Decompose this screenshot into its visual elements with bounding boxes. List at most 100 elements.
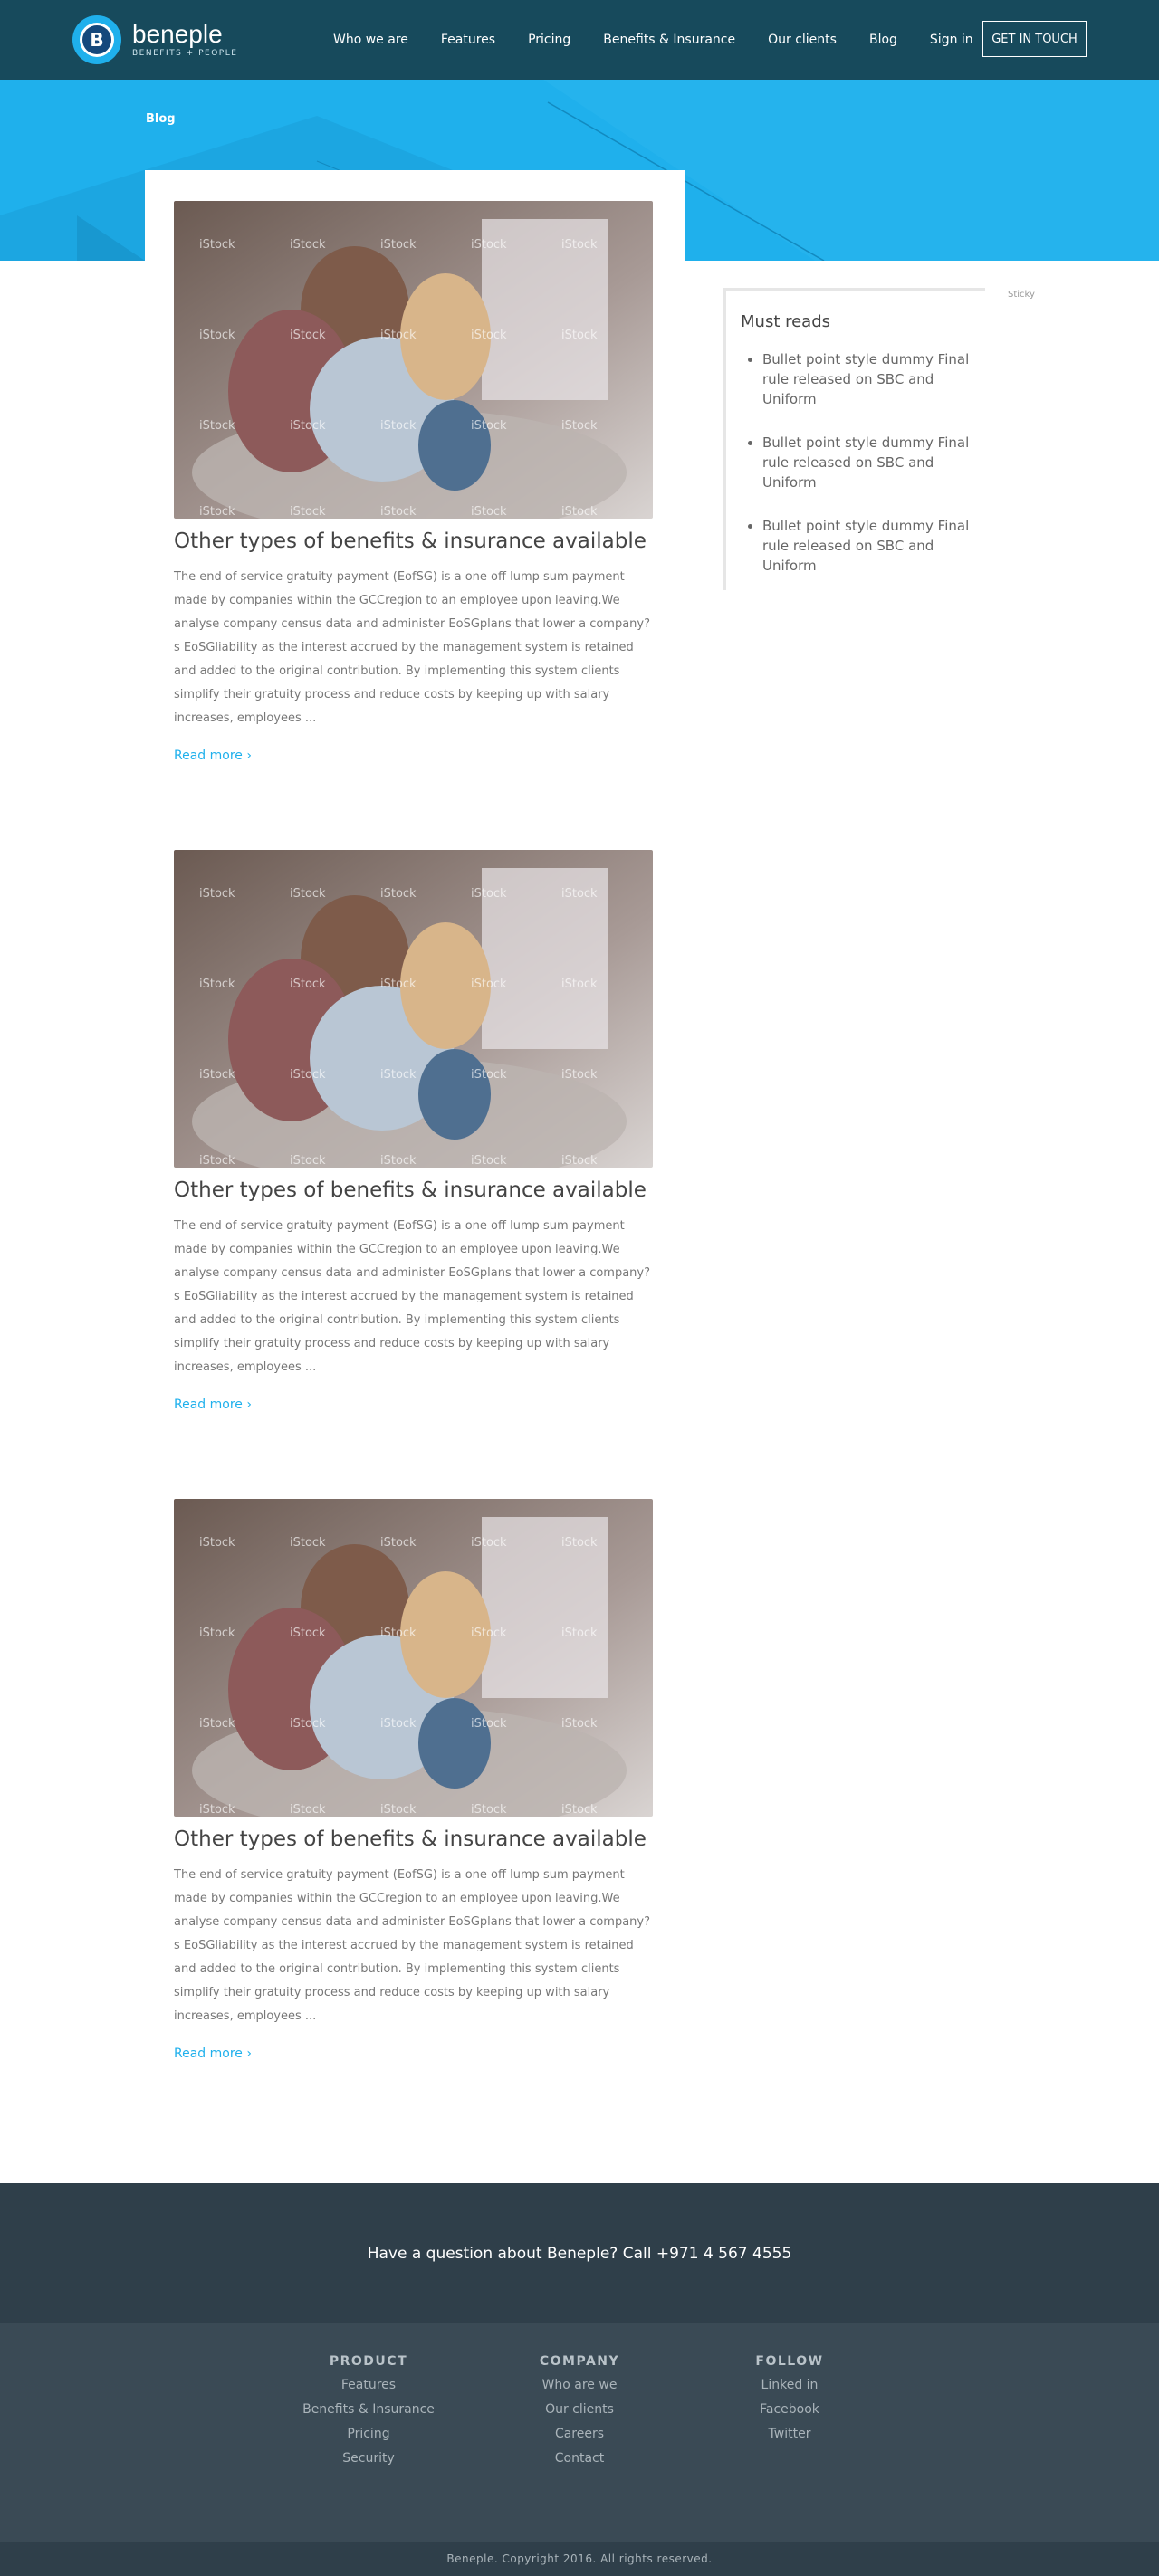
svg-text:iStock: iStock bbox=[290, 505, 326, 519]
footer-link-who-are-we[interactable]: Who are we bbox=[489, 2378, 670, 2393]
read-more-link[interactable]: Read more › bbox=[174, 2046, 252, 2061]
post-title[interactable]: Other types of benefits & insurance avai… bbox=[174, 1827, 653, 1851]
svg-text:iStock: iStock bbox=[199, 1803, 235, 1817]
get-in-touch-button[interactable]: GET IN TOUCH bbox=[982, 21, 1087, 57]
post-list: iStock iStock iStock iStock iStock iStock iSt… bbox=[174, 201, 653, 2148]
svg-text:iStock: iStock bbox=[199, 1627, 235, 1640]
read-more-link[interactable]: Read more › bbox=[174, 749, 252, 763]
post-excerpt: The end of service gratuity payment (Eof… bbox=[174, 570, 651, 725]
copyright: Beneple. Copyright 2016. All rights rese… bbox=[0, 2542, 1159, 2576]
svg-text:iStock: iStock bbox=[471, 1068, 507, 1082]
brand-tagline: BENEFITS + PEOPLE bbox=[132, 49, 238, 58]
must-read-item[interactable]: Bullet point style dummy Final rule rele… bbox=[762, 516, 985, 576]
sidebar-title: Must reads bbox=[741, 312, 831, 331]
svg-text:iStock: iStock bbox=[471, 419, 507, 433]
svg-text:iStock: iStock bbox=[561, 1803, 598, 1817]
site-header: B beneple BENEFITS + PEOPLE Who we are F… bbox=[0, 0, 1159, 80]
svg-text:iStock: iStock bbox=[561, 505, 598, 519]
post-title[interactable]: Other types of benefits & insurance avai… bbox=[174, 530, 653, 553]
footer-link-contact[interactable]: Contact bbox=[489, 2451, 670, 2466]
svg-text:iStock: iStock bbox=[290, 238, 326, 252]
read-more-link[interactable]: Read more › bbox=[174, 1398, 252, 1412]
footer-link-careers[interactable]: Careers bbox=[489, 2427, 670, 2442]
footer-link-facebook[interactable]: Facebook bbox=[699, 2402, 880, 2418]
svg-text:iStock: iStock bbox=[380, 1536, 417, 1550]
site-footer: PRODUCT Features Benefits & Insurance Pr… bbox=[0, 2323, 1159, 2542]
footer-link-our-clients[interactable]: Our clients bbox=[489, 2402, 670, 2418]
svg-text:iStock: iStock bbox=[380, 1717, 417, 1731]
nav-blog[interactable]: Blog bbox=[869, 33, 897, 47]
svg-text:iStock: iStock bbox=[199, 1717, 235, 1731]
post-excerpt: The end of service gratuity payment (Eof… bbox=[174, 1219, 651, 1374]
svg-text:iStock: iStock bbox=[561, 419, 598, 433]
contact-bar: Have a question about Beneple? Call +971… bbox=[0, 2183, 1159, 2323]
footer-company-column: COMPANY Who are we Our clients Careers C… bbox=[489, 2354, 670, 2466]
post-excerpt: The end of service gratuity payment (Eof… bbox=[174, 1868, 651, 2023]
must-read-item[interactable]: Bullet point style dummy Final rule rele… bbox=[762, 433, 985, 492]
svg-text:iStock: iStock bbox=[561, 978, 598, 991]
footer-product-column: PRODUCT Features Benefits & Insurance Pr… bbox=[278, 2354, 459, 2466]
svg-text:iStock: iStock bbox=[380, 1068, 417, 1082]
svg-text:iStock: iStock bbox=[561, 329, 598, 342]
family-photo-image[interactable]: iStock iStock iStock iStock iStock iStock iSt… bbox=[174, 201, 653, 519]
svg-text:iStock: iStock bbox=[471, 978, 507, 991]
svg-text:iStock: iStock bbox=[290, 1803, 326, 1817]
footer-link-twitter[interactable]: Twitter bbox=[699, 2427, 880, 2442]
svg-text:iStock: iStock bbox=[199, 1154, 235, 1168]
svg-text:iStock: iStock bbox=[380, 1154, 417, 1168]
svg-text:iStock: iStock bbox=[199, 505, 235, 519]
footer-link-benefits[interactable]: Benefits & Insurance bbox=[278, 2402, 459, 2418]
svg-text:iStock: iStock bbox=[471, 1803, 507, 1817]
must-reads-list: Bullet point style dummy Final rule rele… bbox=[741, 349, 985, 576]
nav-benefits-insurance[interactable]: Benefits & Insurance bbox=[603, 33, 735, 47]
footer-link-pricing[interactable]: Pricing bbox=[278, 2427, 459, 2442]
svg-text:iStock: iStock bbox=[471, 887, 507, 901]
breadcrumb[interactable]: Blog bbox=[146, 112, 176, 126]
footer-link-linkedin[interactable]: Linked in bbox=[699, 2378, 880, 2393]
svg-text:iStock: iStock bbox=[380, 329, 417, 342]
nav-features[interactable]: Features bbox=[441, 33, 495, 47]
footer-heading: FOLLOW bbox=[755, 2354, 824, 2369]
family-photo-image[interactable]: iStock iStock iStock iStock iStock iStock iSt… bbox=[174, 850, 653, 1168]
svg-text:iStock: iStock bbox=[199, 1068, 235, 1082]
svg-text:iStock: iStock bbox=[561, 1536, 598, 1550]
svg-text:iStock: iStock bbox=[380, 1627, 417, 1640]
must-read-item[interactable]: Bullet point style dummy Final rule rele… bbox=[762, 349, 985, 409]
svg-text:iStock: iStock bbox=[290, 1154, 326, 1168]
svg-text:iStock: iStock bbox=[290, 1536, 326, 1550]
brand-name: beneple bbox=[132, 20, 223, 48]
svg-text:iStock: iStock bbox=[199, 329, 235, 342]
svg-text:iStock: iStock bbox=[471, 1536, 507, 1550]
svg-text:iStock: iStock bbox=[471, 329, 507, 342]
svg-text:iStock: iStock bbox=[380, 978, 417, 991]
svg-text:iStock: iStock bbox=[471, 1627, 507, 1640]
footer-link-features[interactable]: Features bbox=[278, 2378, 459, 2393]
footer-link-security[interactable]: Security bbox=[278, 2451, 459, 2466]
footer-heading: COMPANY bbox=[539, 2354, 620, 2369]
svg-text:iStock: iStock bbox=[199, 1536, 235, 1550]
svg-text:iStock: iStock bbox=[561, 1627, 598, 1640]
svg-text:iStock: iStock bbox=[290, 419, 326, 433]
svg-text:iStock: iStock bbox=[199, 887, 235, 901]
nav-pricing[interactable]: Pricing bbox=[528, 33, 570, 47]
post-title[interactable]: Other types of benefits & insurance avai… bbox=[174, 1178, 653, 1202]
svg-text:iStock: iStock bbox=[561, 238, 598, 252]
svg-text:iStock: iStock bbox=[561, 887, 598, 901]
nav-our-clients[interactable]: Our clients bbox=[768, 33, 837, 47]
footer-follow-column: FOLLOW Linked in Facebook Twitter bbox=[699, 2354, 880, 2442]
svg-text:iStock: iStock bbox=[290, 1068, 326, 1082]
svg-text:iStock: iStock bbox=[290, 887, 326, 901]
svg-text:iStock: iStock bbox=[471, 1154, 507, 1168]
svg-text:iStock: iStock bbox=[471, 238, 507, 252]
blog-post: iStock iStock iStock iStock iStock iStock iSt… bbox=[174, 1499, 653, 2148]
svg-text:iStock: iStock bbox=[199, 238, 235, 252]
svg-text:iStock: iStock bbox=[471, 1717, 507, 1731]
nav-sign-in[interactable]: Sign in bbox=[930, 33, 973, 47]
svg-text:iStock: iStock bbox=[290, 1627, 326, 1640]
family-photo-image[interactable]: iStock iStock iStock iStock iStock iStock iSt… bbox=[174, 1499, 653, 1817]
svg-text:iStock: iStock bbox=[561, 1068, 598, 1082]
nav-who-we-are[interactable]: Who we are bbox=[333, 33, 408, 47]
logo[interactable]: B beneple BENEFITS + PEOPLE bbox=[72, 15, 237, 64]
blog-post: iStock iStock iStock iStock iStock iStock iSt… bbox=[174, 201, 653, 850]
svg-text:iStock: iStock bbox=[199, 419, 235, 433]
